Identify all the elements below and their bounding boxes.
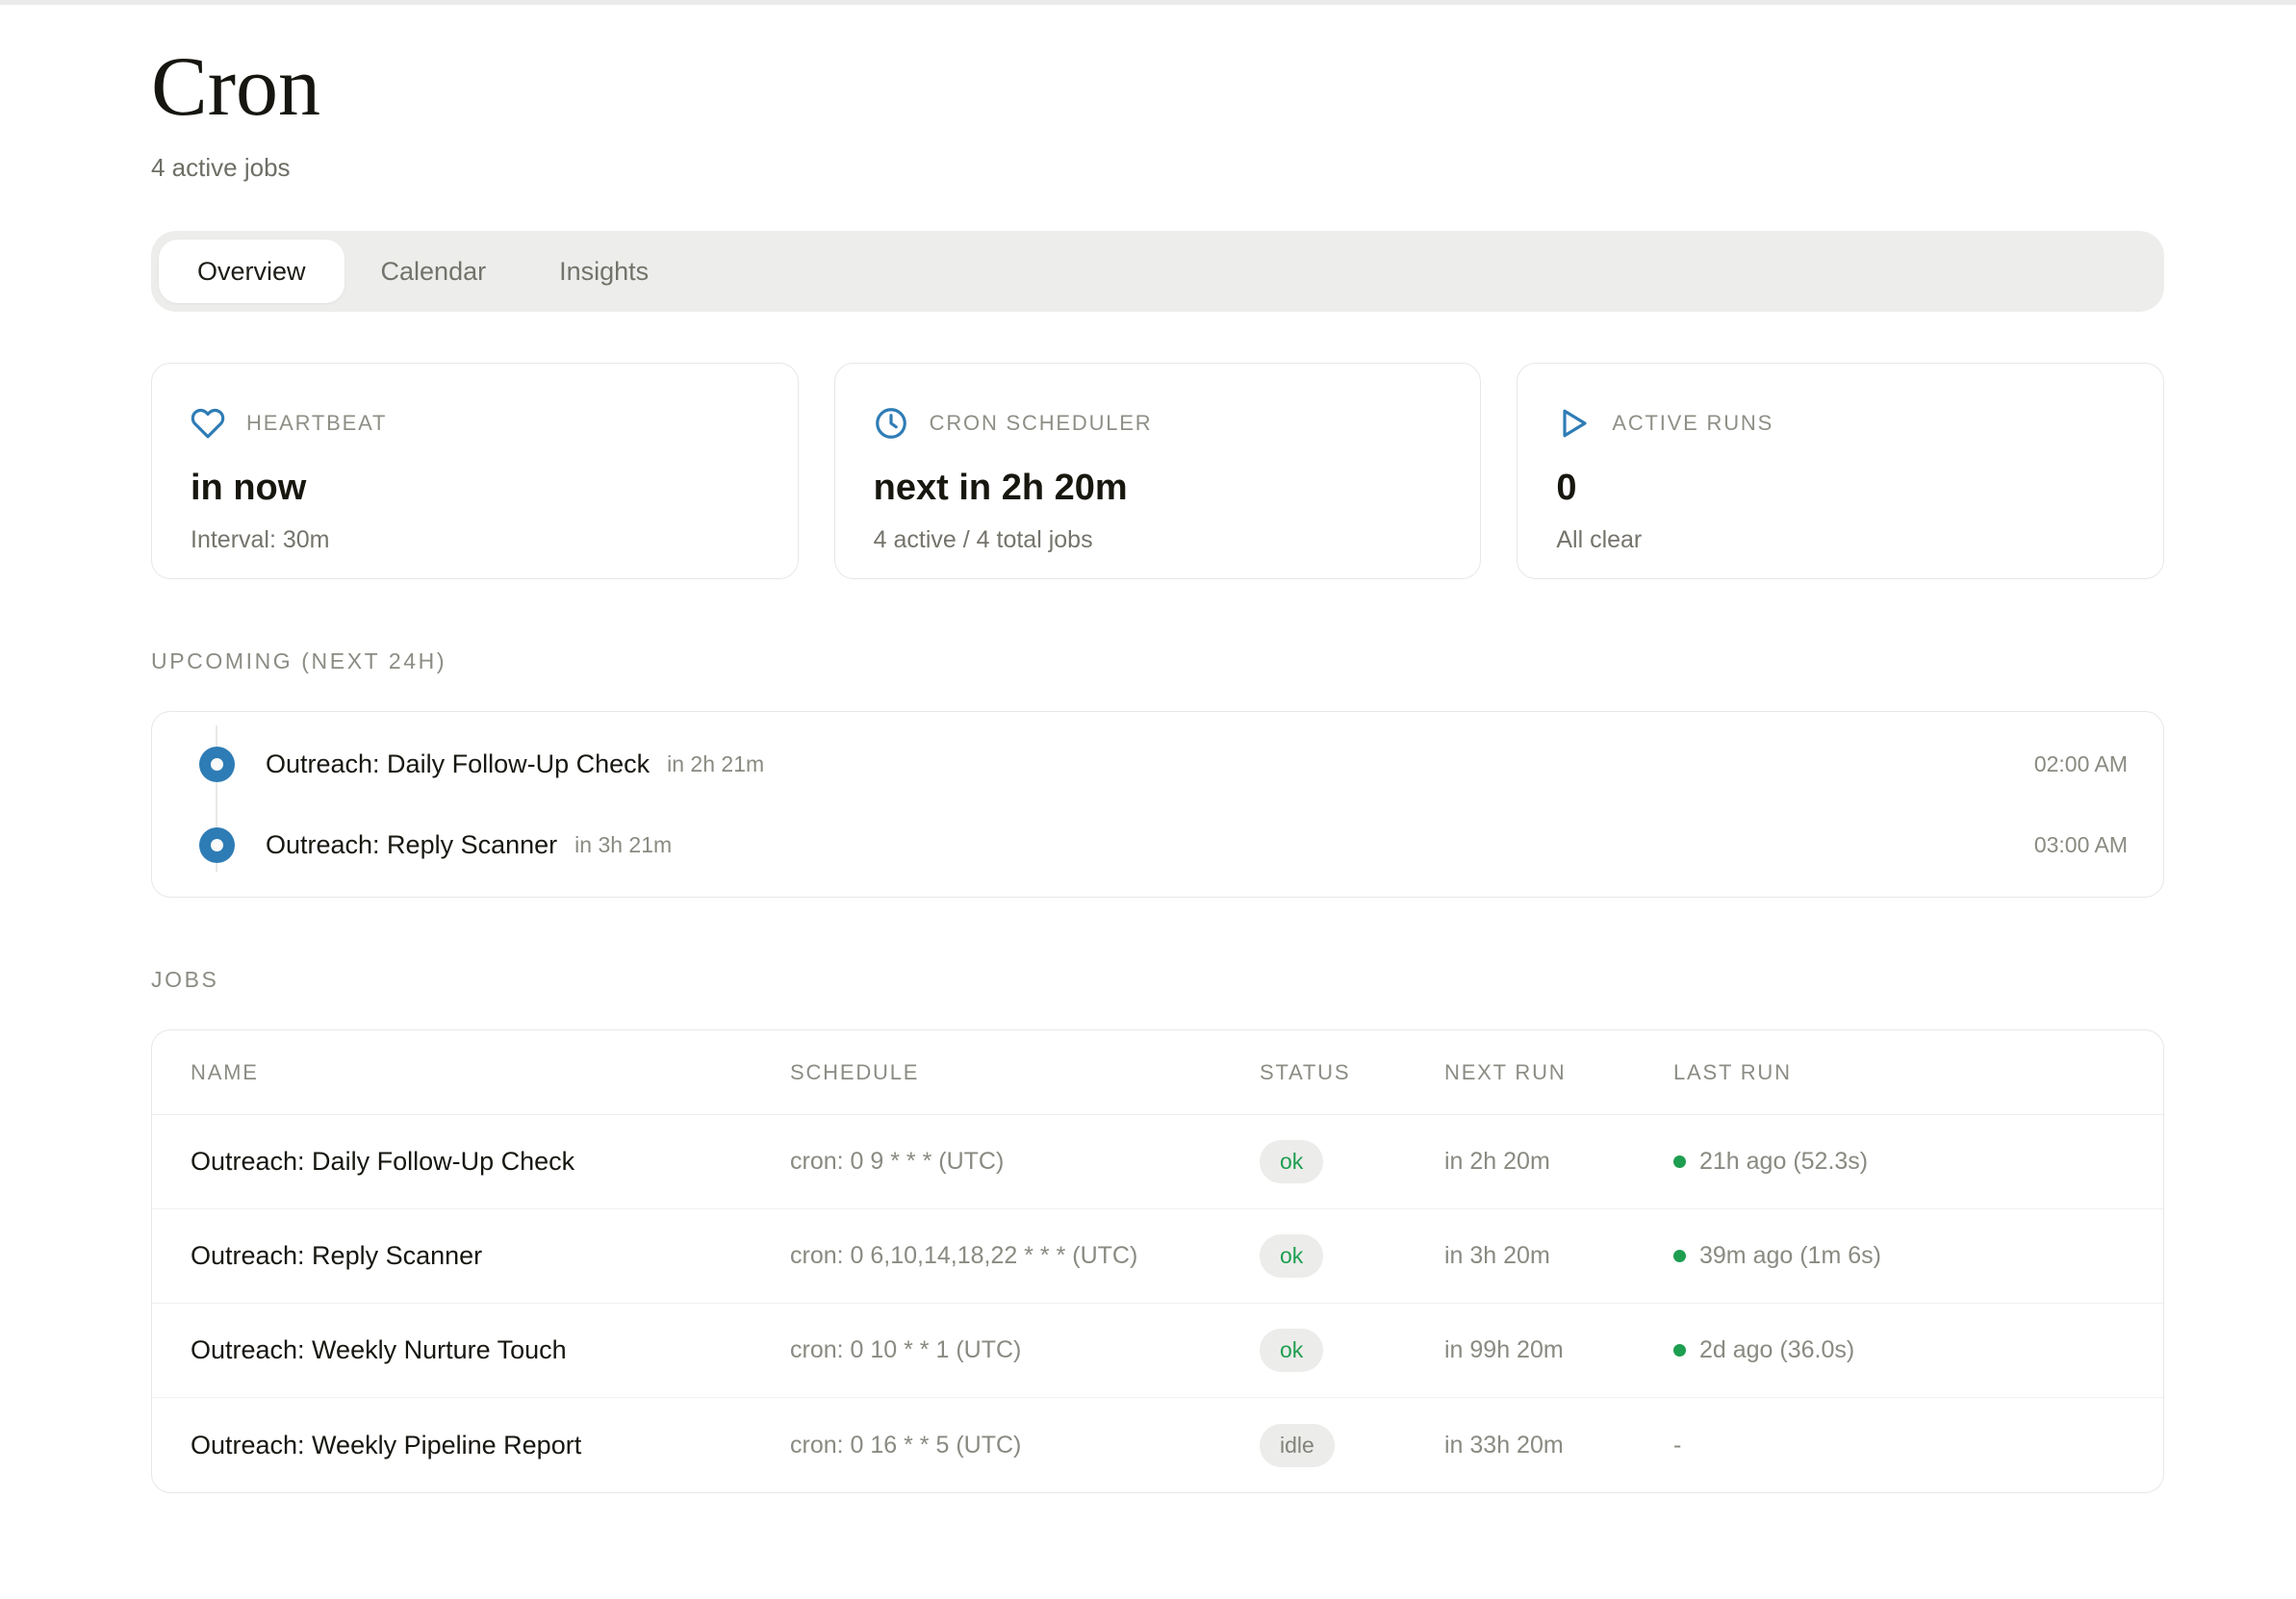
column-header-name: NAME bbox=[191, 1060, 790, 1085]
heartbeat-card: HEARTBEAT in now Interval: 30m bbox=[151, 363, 799, 579]
active-jobs-count: 4 active jobs bbox=[151, 153, 2164, 183]
upcoming-item-eta: in 3h 21m bbox=[574, 832, 672, 858]
job-last-run: 39m ago (1m 6s) bbox=[1673, 1242, 2125, 1270]
job-last-run-text: - bbox=[1673, 1432, 1681, 1459]
upcoming-item-time: 03:00 AM bbox=[2034, 832, 2128, 858]
column-header-schedule: SCHEDULE bbox=[790, 1060, 1260, 1085]
success-dot-icon bbox=[1673, 1344, 1686, 1357]
heartbeat-value: in now bbox=[191, 468, 759, 509]
job-next-run: in 3h 20m bbox=[1444, 1242, 1673, 1270]
cron-scheduler-value: next in 2h 20m bbox=[874, 468, 1442, 509]
heartbeat-label: HEARTBEAT bbox=[246, 411, 387, 436]
table-row[interactable]: Outreach: Weekly Nurture Touch cron: 0 1… bbox=[152, 1304, 2163, 1398]
upcoming-item[interactable]: Outreach: Daily Follow-Up Check in 2h 21… bbox=[152, 723, 2128, 804]
job-schedule: cron: 0 16 * * 5 (UTC) bbox=[790, 1432, 1260, 1459]
tab-calendar-label: Calendar bbox=[381, 257, 487, 287]
jobs-table: NAME SCHEDULE STATUS NEXT RUN LAST RUN O… bbox=[151, 1029, 2164, 1493]
tab-bar: Overview Calendar Insights bbox=[151, 231, 2164, 312]
table-row[interactable]: Outreach: Weekly Pipeline Report cron: 0… bbox=[152, 1398, 2163, 1492]
table-row[interactable]: Outreach: Daily Follow-Up Check cron: 0 … bbox=[152, 1115, 2163, 1209]
job-last-run-text: 21h ago (52.3s) bbox=[1699, 1148, 1868, 1176]
job-next-run: in 2h 20m bbox=[1444, 1148, 1673, 1176]
column-header-last-run: LAST RUN bbox=[1673, 1060, 2125, 1085]
status-badge: ok bbox=[1260, 1140, 1323, 1183]
status-badge: ok bbox=[1260, 1234, 1323, 1278]
job-name: Outreach: Weekly Pipeline Report bbox=[191, 1431, 790, 1460]
cron-scheduler-card: CRON SCHEDULER next in 2h 20m 4 active /… bbox=[834, 363, 1482, 579]
job-schedule: cron: 0 9 * * * (UTC) bbox=[790, 1148, 1260, 1176]
cron-scheduler-card-header: CRON SCHEDULER bbox=[874, 406, 1442, 441]
upcoming-item[interactable]: Outreach: Reply Scanner in 3h 21m 03:00 … bbox=[152, 804, 2128, 885]
heartbeat-card-header: HEARTBEAT bbox=[191, 406, 759, 441]
page-title: Cron bbox=[151, 45, 2164, 130]
tab-insights-label: Insights bbox=[559, 257, 649, 287]
jobs-table-header: NAME SCHEDULE STATUS NEXT RUN LAST RUN bbox=[152, 1030, 2163, 1115]
upcoming-item-name: Outreach: Reply Scanner bbox=[266, 830, 557, 860]
upcoming-section-heading: UPCOMING (NEXT 24H) bbox=[151, 648, 2164, 674]
top-divider bbox=[0, 0, 2296, 5]
job-last-run: 2d ago (36.0s) bbox=[1673, 1336, 2125, 1364]
job-name: Outreach: Reply Scanner bbox=[191, 1241, 790, 1271]
heart-icon bbox=[191, 406, 225, 441]
status-badge: idle bbox=[1260, 1424, 1335, 1467]
upcoming-item-name: Outreach: Daily Follow-Up Check bbox=[266, 749, 650, 779]
status-badge: ok bbox=[1260, 1329, 1323, 1372]
success-dot-icon bbox=[1673, 1250, 1686, 1262]
job-schedule: cron: 0 10 * * 1 (UTC) bbox=[790, 1336, 1260, 1364]
job-name: Outreach: Daily Follow-Up Check bbox=[191, 1147, 790, 1177]
heartbeat-sub: Interval: 30m bbox=[191, 526, 759, 554]
clock-icon bbox=[874, 406, 908, 441]
stat-cards: HEARTBEAT in now Interval: 30m CRON SCHE… bbox=[151, 363, 2164, 579]
active-runs-card-header: ACTIVE RUNS bbox=[1556, 406, 2125, 441]
active-runs-label: ACTIVE RUNS bbox=[1612, 411, 1773, 436]
active-runs-value: 0 bbox=[1556, 468, 2125, 509]
play-icon bbox=[1556, 406, 1591, 441]
success-dot-icon bbox=[1673, 1155, 1686, 1168]
column-header-next-run: NEXT RUN bbox=[1444, 1060, 1673, 1085]
job-last-run-text: 39m ago (1m 6s) bbox=[1699, 1242, 1881, 1270]
job-next-run: in 99h 20m bbox=[1444, 1336, 1673, 1364]
active-runs-sub: All clear bbox=[1556, 526, 2125, 554]
job-last-run-text: 2d ago (36.0s) bbox=[1699, 1336, 1854, 1364]
tab-calendar[interactable]: Calendar bbox=[344, 240, 523, 303]
active-runs-card: ACTIVE RUNS 0 All clear bbox=[1517, 363, 2164, 579]
column-header-status: STATUS bbox=[1260, 1060, 1444, 1085]
cron-scheduler-label: CRON SCHEDULER bbox=[930, 411, 1153, 436]
upcoming-item-eta: in 2h 21m bbox=[667, 751, 764, 777]
job-next-run: in 33h 20m bbox=[1444, 1432, 1673, 1459]
upcoming-list: Outreach: Daily Follow-Up Check in 2h 21… bbox=[151, 711, 2164, 898]
upcoming-item-time: 02:00 AM bbox=[2034, 751, 2128, 777]
timeline-dot-icon bbox=[199, 827, 235, 863]
job-last-run: 21h ago (52.3s) bbox=[1673, 1148, 2125, 1176]
job-last-run: - bbox=[1673, 1432, 2125, 1459]
jobs-section-heading: JOBS bbox=[151, 967, 2164, 993]
table-row[interactable]: Outreach: Reply Scanner cron: 0 6,10,14,… bbox=[152, 1209, 2163, 1304]
cron-scheduler-sub: 4 active / 4 total jobs bbox=[874, 526, 1442, 554]
job-schedule: cron: 0 6,10,14,18,22 * * * (UTC) bbox=[790, 1242, 1260, 1270]
tab-overview[interactable]: Overview bbox=[159, 240, 344, 303]
tab-insights[interactable]: Insights bbox=[523, 240, 685, 303]
cron-page: Cron 4 active jobs Overview Calendar Ins… bbox=[151, 45, 2164, 1493]
tab-overview-label: Overview bbox=[197, 257, 306, 287]
timeline-dot-icon bbox=[199, 747, 235, 782]
job-name: Outreach: Weekly Nurture Touch bbox=[191, 1335, 790, 1365]
